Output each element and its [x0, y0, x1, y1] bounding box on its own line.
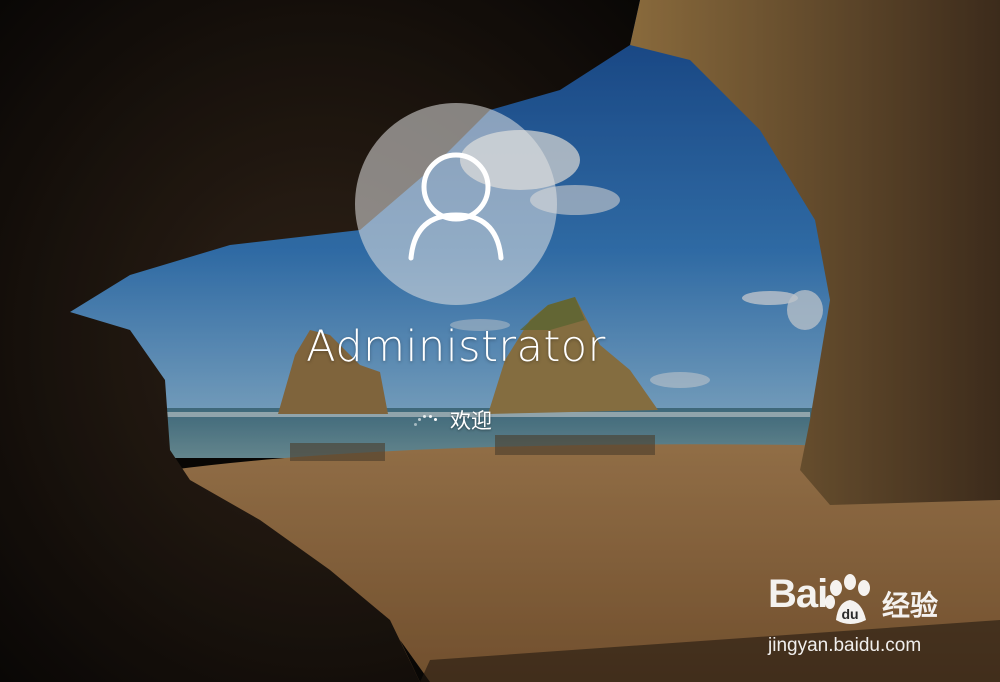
user-silhouette-icon: [408, 152, 504, 261]
status-text: 欢迎: [450, 409, 492, 433]
user-avatar: [355, 103, 557, 305]
username-label: Administrator: [306, 322, 606, 372]
watermark-suffix: 经验: [882, 589, 939, 622]
lock-screen: Administrator 欢迎 Bai du 经验 jingyan.baidu…: [0, 0, 1000, 682]
loading-dots-icon: [412, 410, 440, 430]
signin-status: 欢迎: [412, 400, 492, 440]
svg-text:du: du: [841, 606, 858, 622]
watermark-logo-text: Bai: [768, 572, 828, 616]
baidu-watermark: Bai du 经验 jingyan.baidu.com: [764, 572, 954, 664]
watermark-url: jingyan.baidu.com: [768, 635, 922, 656]
baidu-paw-icon: du: [825, 574, 870, 624]
